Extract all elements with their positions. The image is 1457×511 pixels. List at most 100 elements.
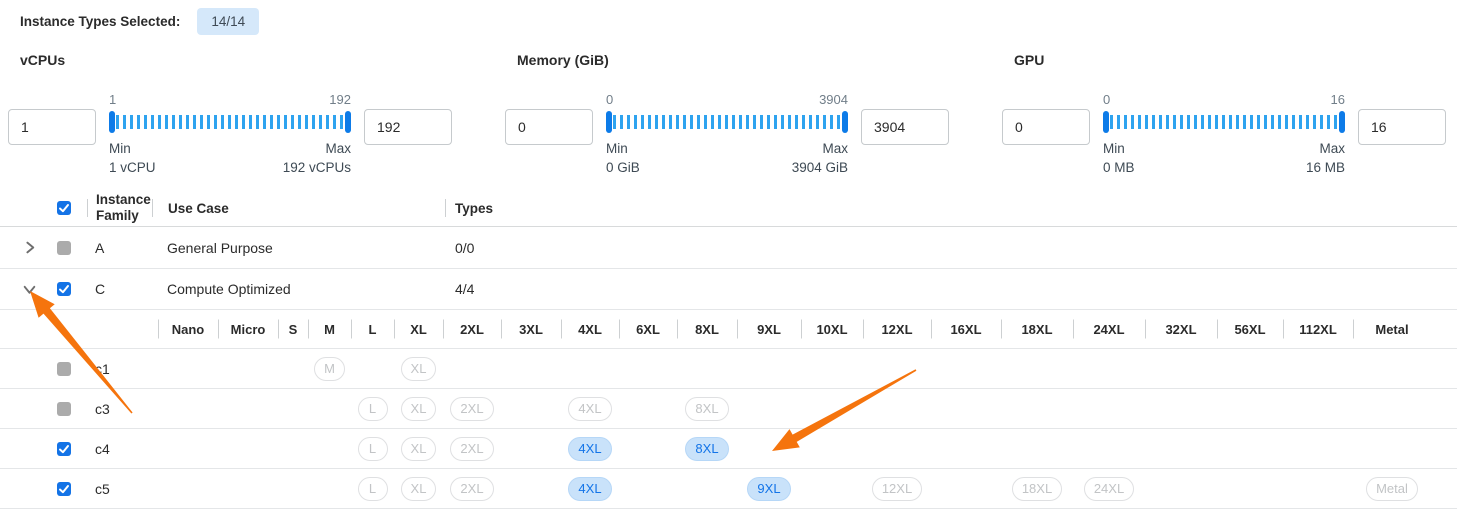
size-column-header-6XL: 6XL (619, 310, 677, 348)
gpu-slider-track[interactable] (1103, 110, 1345, 134)
memory-min-input[interactable] (505, 109, 593, 145)
c4-size-4XL[interactable]: 4XL (568, 437, 611, 461)
family-name: A (95, 240, 158, 256)
c4-size-XL[interactable]: XL (401, 437, 437, 461)
family-C-checkbox[interactable] (57, 282, 71, 296)
gpu-slider-min-handle[interactable] (1103, 111, 1109, 133)
instance-name: c3 (95, 401, 158, 417)
size-column-header-Metal: Metal (1353, 310, 1431, 348)
select-all-checkbox[interactable] (57, 201, 71, 215)
c5-size-L[interactable]: L (358, 477, 388, 501)
memory-range-min-label: 0 (606, 92, 613, 107)
memory-max-input[interactable] (861, 109, 949, 145)
memory-slider-max-handle[interactable] (842, 111, 848, 133)
memory-slider-min-handle[interactable] (606, 111, 612, 133)
family-row-C: C Compute Optimized 4/4 (0, 269, 1457, 310)
c5-size-9XL[interactable]: 9XL (747, 477, 790, 501)
vcpus-max-caption: Max (325, 141, 351, 156)
c5-size-18XL[interactable]: 18XL (1012, 477, 1062, 501)
instance-row-c5: c5LXL2XL4XL9XL12XL18XL24XLMetal (0, 469, 1457, 509)
column-header-use-case: Use Case (153, 201, 445, 216)
instance-rows-container: c1MXLc3LXL2XL4XL8XLc4LXL2XL4XL8XLc5LXL2X… (0, 349, 1457, 509)
c5-size-XL[interactable]: XL (401, 477, 437, 501)
size-column-header-32XL: 32XL (1145, 310, 1217, 348)
gpu-max-caption: Max (1319, 141, 1345, 156)
c4-size-8XL[interactable]: 8XL (685, 437, 728, 461)
c4-size-L[interactable]: L (358, 437, 388, 461)
c3-size-L[interactable]: L (358, 397, 388, 421)
size-column-header-4XL: 4XL (561, 310, 619, 348)
c3-size-4XL[interactable]: 4XL (568, 397, 611, 421)
size-column-header-XL: XL (394, 310, 443, 348)
c3-checkbox[interactable] (57, 402, 71, 416)
check-icon (57, 201, 71, 215)
family-use-case: General Purpose (158, 240, 445, 256)
vcpus-slider-track[interactable] (109, 110, 351, 134)
instance-name: c1 (95, 361, 158, 377)
check-icon (57, 482, 71, 496)
filters-row: vCPUs 1 192 Min Max 1 vCPU (0, 52, 1457, 175)
gpu-max-input[interactable] (1358, 109, 1446, 145)
c1-checkbox[interactable] (57, 362, 71, 376)
c4-checkbox[interactable] (57, 442, 71, 456)
memory-min-detail: 0 GiB (606, 160, 640, 175)
instance-row-c3: c3 L XL 2XL 4XL 8XL (0, 389, 1457, 429)
gpu-slider-max-handle[interactable] (1339, 111, 1345, 133)
filter-title-gpu: GPU (1014, 52, 1446, 70)
gpu-min-input[interactable] (1002, 109, 1090, 145)
instance-row-c1: c1 M XL (0, 349, 1457, 389)
c4-size-2XL[interactable]: 2XL (450, 437, 493, 461)
memory-min-caption: Min (606, 141, 628, 156)
memory-range-max-label: 3904 (819, 92, 848, 107)
vcpus-slider-max-handle[interactable] (345, 111, 351, 133)
vcpus-max-input[interactable] (364, 109, 452, 145)
vcpus-min-detail: 1 vCPU (109, 160, 156, 175)
size-column-header-112XL: 112XL (1283, 310, 1353, 348)
c1-size-M[interactable]: M (314, 357, 345, 381)
slider-ticks (116, 115, 344, 129)
vcpus-slider-min-handle[interactable] (109, 111, 115, 133)
gpu-min-detail: 0 MB (1103, 160, 1135, 175)
family-A-checkbox[interactable] (57, 241, 71, 255)
gpu-min-caption: Min (1103, 141, 1125, 156)
size-column-header-Nano: Nano (158, 310, 218, 348)
size-column-header-18XL: 18XL (1001, 310, 1073, 348)
c5-checkbox[interactable] (57, 482, 71, 496)
selected-count-badge: 14/14 (197, 8, 259, 36)
memory-max-caption: Max (822, 141, 848, 156)
size-column-header-16XL: 16XL (931, 310, 1001, 348)
size-column-header-24XL: 24XL (1073, 310, 1145, 348)
column-header-instance-family: Instance Family (88, 192, 152, 223)
slider-ticks (1110, 115, 1338, 129)
c5-size-Metal[interactable]: Metal (1366, 477, 1418, 501)
check-icon (57, 282, 71, 296)
c3-size-XL[interactable]: XL (401, 397, 437, 421)
size-column-header-12XL: 12XL (863, 310, 931, 348)
column-header-types: Types (446, 201, 493, 216)
c5-size-12XL[interactable]: 12XL (872, 477, 922, 501)
c5-size-2XL[interactable]: 2XL (450, 477, 493, 501)
size-header-row: NanoMicroSMLXL2XL3XL4XL6XL8XL9XL10XL12XL… (0, 310, 1457, 349)
expand-chevron-right-icon[interactable] (22, 240, 37, 255)
vcpus-range-min-label: 1 (109, 92, 116, 107)
c5-size-4XL[interactable]: 4XL (568, 477, 611, 501)
table-header-row: Instance Family Use Case Types (0, 190, 1457, 227)
instance-row-c4: c4 L XL 2XL 4XL 8XL (0, 429, 1457, 469)
c1-size-XL[interactable]: XL (401, 357, 437, 381)
c3-size-2XL[interactable]: 2XL (450, 397, 493, 421)
vcpus-min-caption: Min (109, 141, 131, 156)
size-column-header-2XL: 2XL (443, 310, 501, 348)
c3-size-8XL[interactable]: 8XL (685, 397, 728, 421)
vcpus-min-input[interactable] (8, 109, 96, 145)
c5-size-24XL[interactable]: 24XL (1084, 477, 1134, 501)
size-column-header-10XL: 10XL (801, 310, 863, 348)
instance-name: c4 (95, 441, 158, 457)
gpu-range-min-label: 0 (1103, 92, 1110, 107)
gpu-slider: 0 16 Min Max 0 MB 16 MB (1103, 92, 1345, 175)
filter-title-vcpus: vCPUs (20, 52, 452, 70)
expand-chevron-down-icon[interactable] (22, 282, 37, 297)
memory-slider-track[interactable] (606, 110, 848, 134)
family-use-case: Compute Optimized (158, 281, 445, 297)
gpu-max-detail: 16 MB (1306, 160, 1345, 175)
filter-vcpus: vCPUs 1 192 Min Max 1 vCPU (8, 52, 452, 175)
